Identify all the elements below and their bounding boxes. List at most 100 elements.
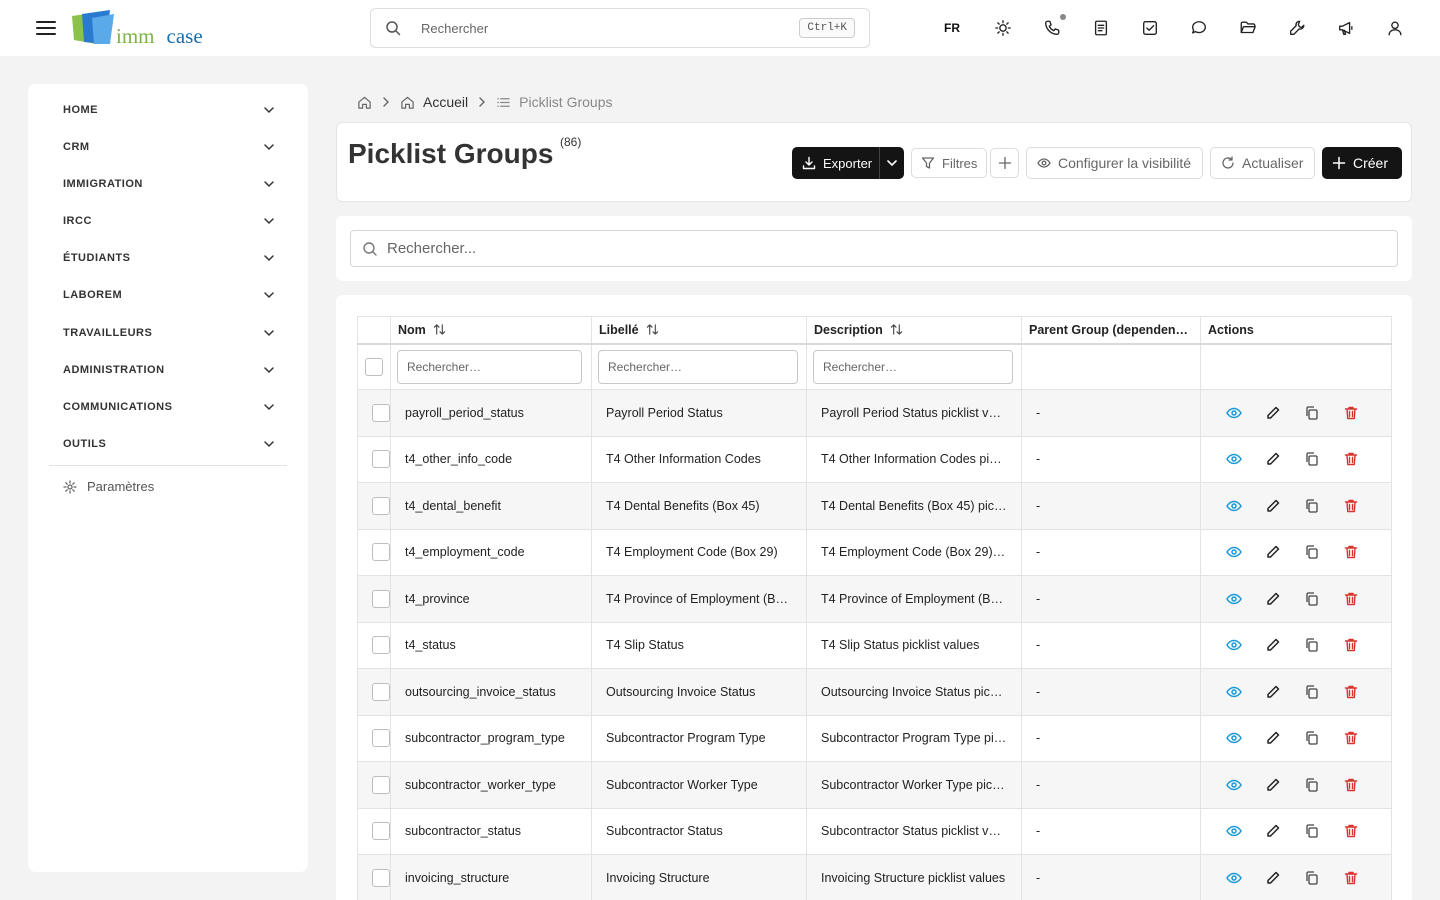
row-checkbox[interactable]: [372, 822, 390, 841]
column-header-parent-group[interactable]: Parent Group (dependency): [1021, 316, 1201, 345]
duplicate-button[interactable]: [1303, 776, 1321, 794]
home-icon[interactable]: [357, 95, 372, 110]
edit-button[interactable]: [1264, 590, 1282, 608]
duplicate-button[interactable]: [1303, 590, 1321, 608]
messages-icon[interactable]: [1189, 18, 1209, 38]
row-checkbox[interactable]: [372, 868, 390, 887]
sidebar-item-crm[interactable]: CRM: [63, 137, 275, 157]
breadcrumb-home[interactable]: Accueil: [423, 94, 468, 110]
sidebar-item-laborem[interactable]: LABOREM: [63, 285, 275, 305]
duplicate-button[interactable]: [1303, 497, 1321, 515]
edit-button[interactable]: [1264, 404, 1282, 422]
logo[interactable]: imm case: [70, 10, 210, 48]
duplicate-button[interactable]: [1303, 729, 1321, 747]
sidebar-item-immigration[interactable]: IMMIGRATION: [63, 174, 275, 194]
edit-button[interactable]: [1264, 683, 1282, 701]
edit-button[interactable]: [1264, 776, 1282, 794]
row-checkbox[interactable]: [372, 682, 390, 701]
duplicate-button[interactable]: [1303, 822, 1321, 840]
export-dropdown-button[interactable]: [879, 147, 904, 179]
filter-input-nom[interactable]: [397, 349, 582, 384]
delete-button[interactable]: [1342, 404, 1360, 422]
row-checkbox[interactable]: [372, 450, 390, 469]
configure-visibility-button[interactable]: Configurer la visibilité: [1026, 147, 1203, 179]
row-checkbox[interactable]: [372, 636, 390, 655]
view-button[interactable]: [1225, 636, 1243, 654]
delete-button[interactable]: [1342, 543, 1360, 561]
sidebar-item-settings[interactable]: Paramètres: [63, 479, 154, 494]
view-button[interactable]: [1225, 683, 1243, 701]
phone-icon[interactable]: [1042, 18, 1062, 38]
menu-icon[interactable]: [36, 18, 56, 38]
add-filter-button[interactable]: [990, 148, 1019, 178]
duplicate-button[interactable]: [1303, 404, 1321, 422]
edit-button[interactable]: [1264, 450, 1282, 468]
column-header-libelle[interactable]: Libellé: [591, 316, 807, 345]
edit-button[interactable]: [1264, 869, 1282, 887]
delete-button[interactable]: [1342, 497, 1360, 515]
table-row[interactable]: t4_employment_code T4 Employment Code (Bo…: [357, 528, 1392, 576]
edit-button[interactable]: [1264, 543, 1282, 561]
column-header-description[interactable]: Description: [806, 316, 1022, 345]
filters-button[interactable]: Filtres: [911, 148, 988, 178]
duplicate-button[interactable]: [1303, 543, 1321, 561]
notes-icon[interactable]: [1091, 18, 1111, 38]
row-checkbox[interactable]: [372, 775, 390, 794]
sidebar-item-etudiants[interactable]: ÉTUDIANTS: [63, 248, 275, 268]
export-button[interactable]: Exporter: [792, 147, 872, 179]
table-row[interactable]: t4_province T4 Province of Employment (Bo…: [357, 575, 1392, 623]
edit-button[interactable]: [1264, 636, 1282, 654]
view-button[interactable]: [1225, 590, 1243, 608]
duplicate-button[interactable]: [1303, 450, 1321, 468]
user-icon[interactable]: [1385, 18, 1405, 38]
table-row[interactable]: t4_status T4 Slip Status T4 Slip Status pi…: [357, 621, 1392, 669]
delete-button[interactable]: [1342, 683, 1360, 701]
table-search-input[interactable]: Rechercher...: [350, 230, 1398, 267]
row-checkbox[interactable]: [372, 589, 390, 608]
delete-button[interactable]: [1342, 590, 1360, 608]
view-button[interactable]: [1225, 543, 1243, 561]
delete-button[interactable]: [1342, 729, 1360, 747]
delete-button[interactable]: [1342, 776, 1360, 794]
sort-icon[interactable]: [433, 323, 446, 336]
delete-button[interactable]: [1342, 822, 1360, 840]
edit-button[interactable]: [1264, 729, 1282, 747]
row-checkbox[interactable]: [372, 496, 390, 515]
sidebar-item-outils[interactable]: OUTILS: [63, 434, 275, 454]
duplicate-button[interactable]: [1303, 636, 1321, 654]
table-row[interactable]: invoicing_structure Invoicing Structure In…: [357, 854, 1392, 900]
table-row[interactable]: outsourcing_invoice_status Outsourcing In…: [357, 668, 1392, 716]
duplicate-button[interactable]: [1303, 869, 1321, 887]
sort-icon[interactable]: [646, 323, 659, 336]
sidebar-item-ircc[interactable]: IRCC: [63, 211, 275, 231]
table-row[interactable]: subcontractor_program_type Subcontractor …: [357, 714, 1392, 762]
view-button[interactable]: [1225, 404, 1243, 422]
delete-button[interactable]: [1342, 869, 1360, 887]
row-checkbox[interactable]: [372, 403, 390, 422]
filter-input-libelle[interactable]: [598, 349, 798, 384]
table-row[interactable]: t4_dental_benefit T4 Dental Benefits (Box…: [357, 482, 1392, 530]
tasks-icon[interactable]: [1140, 18, 1160, 38]
edit-button[interactable]: [1264, 497, 1282, 515]
table-row[interactable]: t4_other_info_code T4 Other Information C…: [357, 435, 1392, 483]
megaphone-icon[interactable]: [1336, 18, 1356, 38]
view-button[interactable]: [1225, 450, 1243, 468]
language-switch[interactable]: FR: [944, 21, 960, 35]
table-row[interactable]: subcontractor_status Subcontractor Status…: [357, 807, 1392, 855]
delete-button[interactable]: [1342, 636, 1360, 654]
create-button[interactable]: Créer: [1322, 147, 1402, 179]
folder-icon[interactable]: [1238, 18, 1258, 38]
column-header-nom[interactable]: Nom: [390, 316, 592, 345]
global-search[interactable]: Rechercher Ctrl+K: [370, 8, 870, 48]
filter-input-description[interactable]: [813, 349, 1013, 384]
sidebar-item-travailleurs[interactable]: TRAVAILLEURS: [63, 323, 275, 343]
row-checkbox[interactable]: [372, 543, 390, 562]
row-checkbox[interactable]: [372, 729, 390, 748]
delete-button[interactable]: [1342, 450, 1360, 468]
refresh-button[interactable]: Actualiser: [1210, 147, 1315, 179]
select-all-checkbox[interactable]: [365, 357, 383, 376]
view-button[interactable]: [1225, 776, 1243, 794]
view-button[interactable]: [1225, 869, 1243, 887]
table-row[interactable]: subcontractor_worker_type Subcontractor W…: [357, 761, 1392, 809]
view-button[interactable]: [1225, 729, 1243, 747]
